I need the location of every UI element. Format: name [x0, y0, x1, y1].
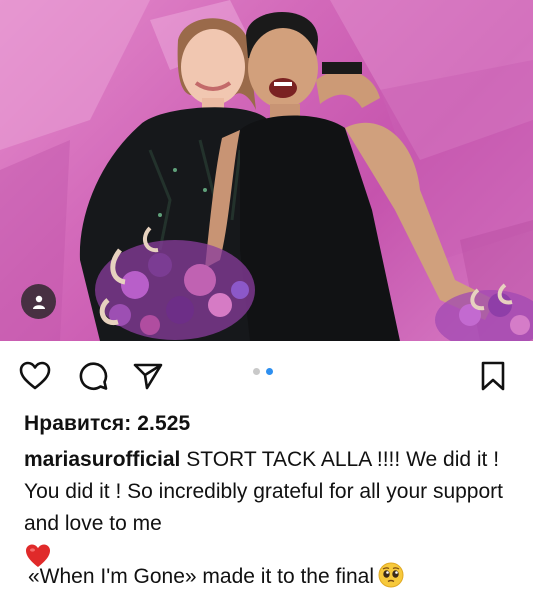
tagged-people-button[interactable]: [21, 284, 56, 319]
speech-bubble-icon: [79, 362, 108, 390]
post-caption: mariasurofficial STORT TACK ALLA !!!! We…: [24, 444, 519, 570]
final-line-text: «When I'm Gone» made it to the final: [28, 565, 375, 588]
like-button[interactable]: [18, 359, 52, 393]
heart-outline-icon: [19, 361, 51, 390]
save-button[interactable]: [476, 359, 510, 393]
instagram-post: Нравится: 2.525 mariasurofficial STORT T…: [0, 0, 533, 600]
caption-username[interactable]: mariasurofficial: [24, 448, 180, 471]
comment-button[interactable]: [76, 359, 110, 393]
person-icon: [32, 295, 45, 309]
carousel-dot-2-active[interactable]: [266, 368, 273, 375]
bookmark-outline-icon: [481, 361, 505, 391]
carousel-dot-1[interactable]: [253, 368, 260, 375]
paper-plane-icon: [133, 363, 163, 390]
share-button[interactable]: [131, 359, 165, 393]
post-action-bar: [0, 341, 533, 403]
likes-count[interactable]: Нравится: 2.525: [24, 412, 190, 436]
caption-final-line: «When I'm Gone» made it to the final: [28, 562, 404, 589]
pleading-face-emoji-icon: [378, 562, 404, 588]
carousel-indicator: [253, 368, 273, 375]
post-photo[interactable]: [0, 0, 533, 341]
photo-scene: [0, 0, 533, 341]
